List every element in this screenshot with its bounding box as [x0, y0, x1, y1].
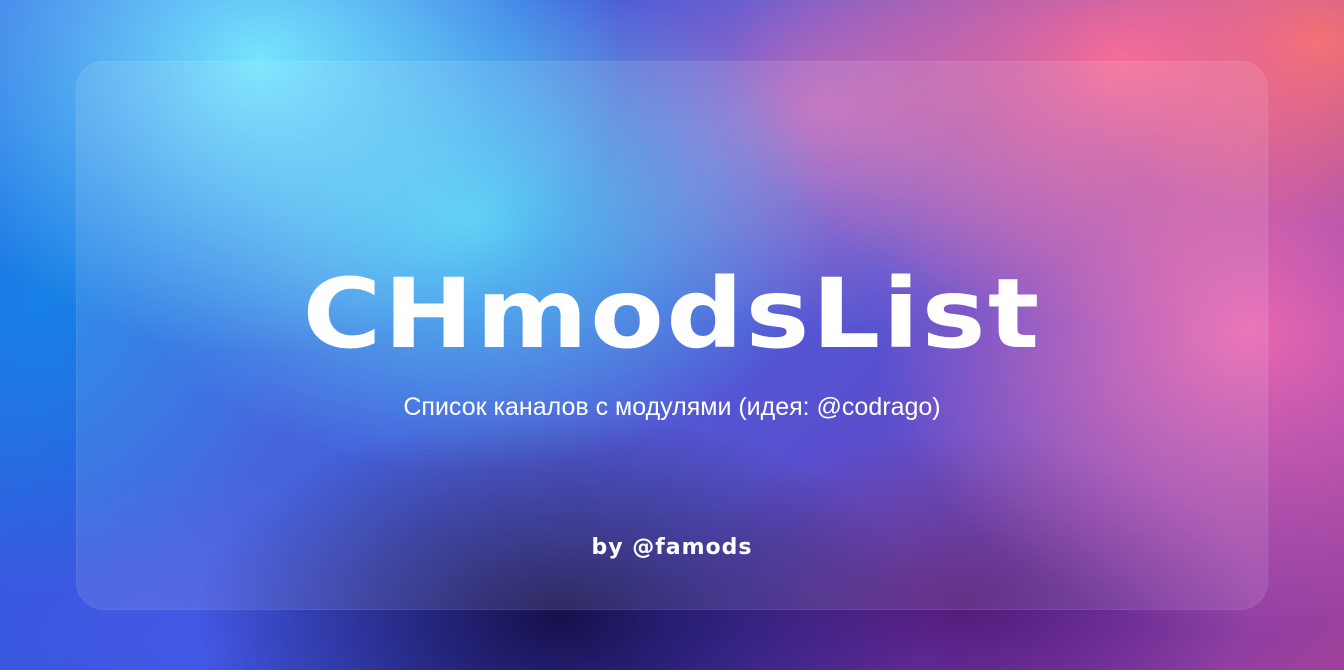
- banner-author: by @famods: [591, 535, 753, 560]
- banner-subtitle: Список каналов с модулями (идея: @codrag…: [403, 393, 941, 421]
- banner-title: CHmodsList: [302, 258, 1042, 370]
- banner-card: CHmodsList Список каналов с модулями (ид…: [76, 61, 1268, 610]
